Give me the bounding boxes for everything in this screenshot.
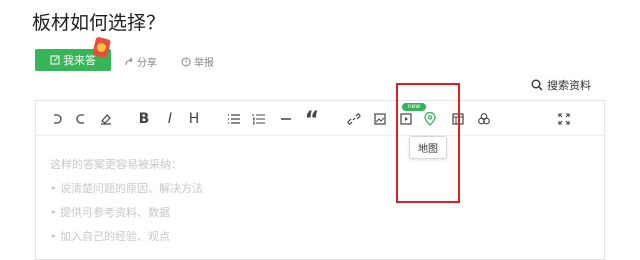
answer-editor[interactable]: B I H “ new 地图 这样的答案更容易被采纳： • 说清楚问题的原因、解… [35, 100, 605, 260]
bold-button[interactable]: B [136, 111, 152, 127]
table-icon [452, 113, 464, 125]
placeholder-line: 这样的答案更容易被采纳： [50, 158, 182, 171]
horizontal-rule-icon [281, 118, 291, 120]
editor-toolbar: B I H “ new [36, 101, 604, 136]
fullscreen-button[interactable] [556, 111, 572, 127]
placeholder-line: • 提供可参考资料、数据 [50, 206, 170, 219]
more-button[interactable] [476, 111, 492, 127]
video-button[interactable] [398, 111, 414, 127]
bullet-list-icon [228, 114, 240, 124]
map-button[interactable] [422, 111, 438, 127]
edit-icon [50, 55, 60, 65]
italic-button[interactable]: I [162, 111, 178, 127]
new-badge: new [402, 103, 426, 111]
warning-icon [181, 57, 191, 66]
redo-button[interactable] [74, 111, 90, 127]
shapes-icon [478, 113, 490, 125]
link-button[interactable] [346, 111, 362, 127]
link-icon [347, 113, 361, 125]
undo-icon [54, 114, 62, 124]
ordered-list-button[interactable] [251, 111, 267, 127]
quote-button[interactable]: “ [304, 108, 320, 133]
unordered-list-button[interactable] [226, 111, 242, 127]
heading-button[interactable]: H [186, 111, 202, 127]
answer-button-label: 我来答 [63, 54, 96, 67]
search-icon [531, 79, 543, 91]
eraser-icon [101, 114, 111, 125]
search-materials-button[interactable]: 搜索资料 [531, 77, 591, 93]
map-tooltip: 地图 [409, 136, 447, 159]
share-button[interactable]: 分享 [124, 54, 157, 69]
undo-button[interactable] [48, 111, 64, 127]
clear-format-button[interactable] [98, 111, 114, 127]
report-button[interactable]: 举报 [181, 54, 214, 69]
share-label: 分享 [137, 58, 157, 69]
fullscreen-icon [558, 113, 570, 125]
placeholder-line: • 说清楚问题的原因、解决方法 [50, 182, 203, 195]
image-icon [374, 113, 386, 125]
redo-icon [76, 114, 84, 124]
table-button[interactable] [450, 111, 466, 127]
numbered-list-icon [252, 114, 265, 125]
placeholder-line: • 加入自己的经验、观点 [50, 230, 170, 243]
video-icon [400, 113, 412, 125]
report-label: 举报 [194, 58, 214, 69]
question-title: 板材如何选择？ [32, 12, 166, 34]
map-pin-icon [424, 112, 436, 126]
image-button[interactable] [372, 111, 388, 127]
divider-button[interactable] [278, 111, 294, 127]
search-materials-label: 搜索资料 [547, 79, 591, 92]
share-icon [125, 57, 133, 65]
editor-placeholder: 这样的答案更容易被采纳： • 说清楚问题的原因、解决方法 • 提供可参考资料、数… [50, 153, 203, 249]
